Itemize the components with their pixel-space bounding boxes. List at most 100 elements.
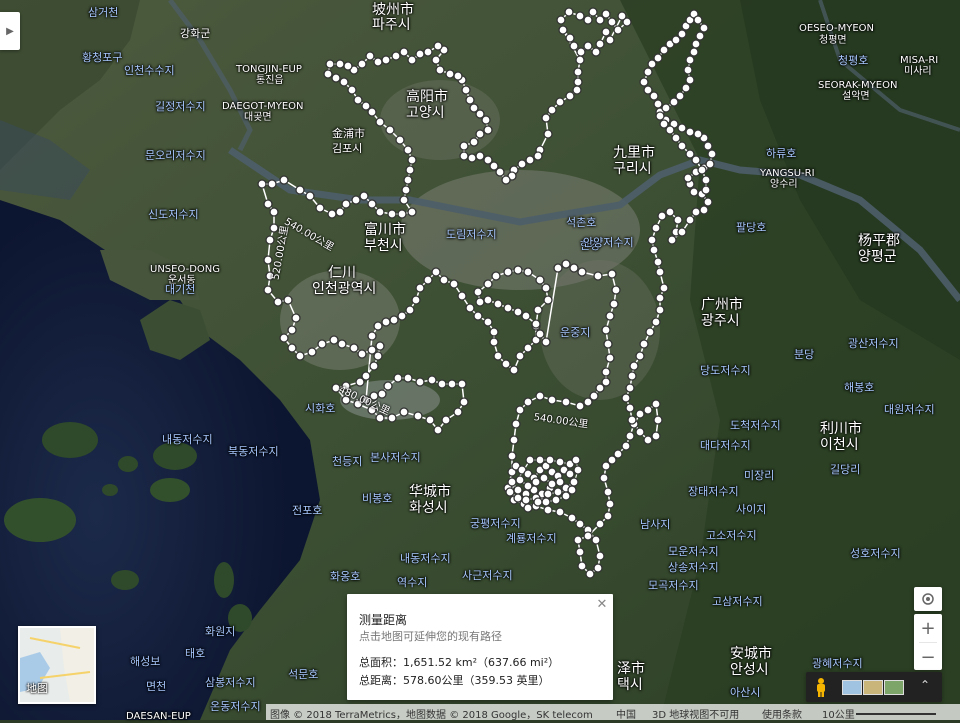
measure-vertex-handle[interactable] xyxy=(573,535,583,545)
measure-vertex-handle[interactable] xyxy=(685,127,695,137)
measure-vertex-handle[interactable] xyxy=(558,25,568,35)
measure-vertex-handle[interactable] xyxy=(677,141,687,151)
measure-vertex-handle[interactable] xyxy=(423,47,433,57)
measure-vertex-handle[interactable] xyxy=(575,11,585,21)
measure-vertex-handle[interactable] xyxy=(555,457,565,467)
measure-vertex-handle[interactable] xyxy=(381,55,391,65)
measure-vertex-handle[interactable] xyxy=(639,339,649,349)
measure-vertex-handle[interactable] xyxy=(651,431,661,441)
measure-vertex-handle[interactable] xyxy=(655,111,665,121)
measure-vertex-handle[interactable] xyxy=(691,155,701,165)
measure-vertex-handle[interactable] xyxy=(649,245,659,255)
measure-vertex-handle[interactable] xyxy=(389,315,399,325)
measure-vertex-handle[interactable] xyxy=(465,95,475,105)
measure-vertex-handle[interactable] xyxy=(535,329,545,339)
measure-vertex-handle[interactable] xyxy=(691,207,701,217)
measure-vertex-handle[interactable] xyxy=(601,9,611,19)
measure-vertex-handle[interactable] xyxy=(555,477,565,487)
measure-vertex-handle[interactable] xyxy=(509,365,519,375)
measure-vertex-handle[interactable] xyxy=(295,351,305,361)
measure-vertex-handle[interactable] xyxy=(575,547,585,557)
measure-vertex-handle[interactable] xyxy=(591,47,601,57)
measure-vertex-handle[interactable] xyxy=(331,73,341,83)
measure-vertex-handle[interactable] xyxy=(671,133,681,143)
measure-vertex-handle[interactable] xyxy=(453,71,463,81)
pegman-icon[interactable] xyxy=(814,677,828,697)
measure-vertex-handle[interactable] xyxy=(291,313,301,323)
measure-vertex-handle[interactable] xyxy=(657,211,667,221)
measure-vertex-handle[interactable] xyxy=(317,339,327,349)
measure-vertex-handle[interactable] xyxy=(669,97,679,107)
measure-vertex-handle[interactable] xyxy=(595,551,605,561)
measure-vertex-handle[interactable] xyxy=(703,141,713,151)
measure-vertex-handle[interactable] xyxy=(605,311,615,321)
measure-vertex-handle[interactable] xyxy=(375,117,385,127)
measure-vertex-handle[interactable] xyxy=(489,327,499,337)
measure-vertex-handle[interactable] xyxy=(509,435,519,445)
measure-vertex-handle[interactable] xyxy=(665,125,675,135)
measure-vertex-handle[interactable] xyxy=(279,175,289,185)
measure-vertex-handle[interactable] xyxy=(541,283,551,293)
measure-vertex-handle[interactable] xyxy=(533,151,543,161)
measure-vertex-handle[interactable] xyxy=(599,473,609,483)
measure-vertex-handle[interactable] xyxy=(523,343,533,353)
measure-vertex-handle[interactable] xyxy=(473,311,483,321)
measure-vertex-handle[interactable] xyxy=(659,283,669,293)
measure-vertex-handle[interactable] xyxy=(575,55,585,65)
measure-vertex-handle[interactable] xyxy=(673,215,683,225)
measure-vertex-handle[interactable] xyxy=(393,373,403,383)
measure-vertex-handle[interactable] xyxy=(415,377,425,387)
measure-vertex-handle[interactable] xyxy=(415,49,425,59)
measure-vertex-handle[interactable] xyxy=(523,503,533,513)
measure-vertex-handle[interactable] xyxy=(565,469,575,479)
measure-vertex-handle[interactable] xyxy=(457,291,467,301)
measure-vertex-handle[interactable] xyxy=(503,303,513,313)
measure-vertex-handle[interactable] xyxy=(399,47,409,57)
measure-vertex-handle[interactable] xyxy=(699,205,709,215)
measure-vertex-handle[interactable] xyxy=(489,337,499,347)
measure-vertex-handle[interactable] xyxy=(375,341,385,351)
measure-vertex-handle[interactable] xyxy=(593,271,603,281)
measure-vertex-handle[interactable] xyxy=(521,311,531,321)
measure-vertex-handle[interactable] xyxy=(535,275,545,285)
measure-vertex-handle[interactable] xyxy=(547,105,557,115)
measure-vertex-handle[interactable] xyxy=(535,455,545,465)
measure-vertex-handle[interactable] xyxy=(653,415,663,425)
measure-vertex-handle[interactable] xyxy=(665,207,675,217)
imagery-thumb-3[interactable] xyxy=(884,680,904,695)
measure-vertex-handle[interactable] xyxy=(576,47,586,57)
measure-vertex-handle[interactable] xyxy=(539,473,549,483)
measure-vertex-handle[interactable] xyxy=(683,173,693,183)
measure-vertex-handle[interactable] xyxy=(257,179,267,189)
measure-vertex-handle[interactable] xyxy=(573,67,583,77)
measure-vertex-handle[interactable] xyxy=(425,415,435,425)
measure-vertex-handle[interactable] xyxy=(441,415,451,425)
measure-vertex-handle[interactable] xyxy=(295,185,305,195)
measure-vertex-handle[interactable] xyxy=(613,449,623,459)
measure-vertex-handle[interactable] xyxy=(555,97,565,107)
measure-vertex-handle[interactable] xyxy=(547,395,557,405)
measure-vertex-handle[interactable] xyxy=(513,485,523,495)
measure-vertex-handle[interactable] xyxy=(567,513,577,523)
measure-vertex-handle[interactable] xyxy=(583,15,593,25)
measure-vertex-handle[interactable] xyxy=(439,275,449,285)
measure-vertex-handle[interactable] xyxy=(407,155,417,165)
measure-vertex-handle[interactable] xyxy=(501,359,511,369)
measure-vertex-handle[interactable] xyxy=(483,125,493,135)
measure-vertex-handle[interactable] xyxy=(459,397,469,407)
measure-vertex-handle[interactable] xyxy=(513,307,523,317)
measure-vertex-handle[interactable] xyxy=(553,263,563,273)
measure-vertex-handle[interactable] xyxy=(269,207,279,217)
measure-vertex-handle[interactable] xyxy=(329,335,339,345)
measure-vertex-handle[interactable] xyxy=(605,353,615,363)
measure-vertex-handle[interactable] xyxy=(513,265,523,275)
measure-vertex-handle[interactable] xyxy=(367,199,377,209)
measure-vertex-handle[interactable] xyxy=(603,339,613,349)
measure-vertex-handle[interactable] xyxy=(483,295,493,305)
measure-vertex-handle[interactable] xyxy=(337,339,347,349)
measure-vertex-handle[interactable] xyxy=(469,137,479,147)
measure-vertex-handle[interactable] xyxy=(399,195,409,205)
measure-vertex-handle[interactable] xyxy=(699,23,709,33)
measure-vertex-handle[interactable] xyxy=(573,465,583,475)
measure-vertex-handle[interactable] xyxy=(569,477,579,487)
